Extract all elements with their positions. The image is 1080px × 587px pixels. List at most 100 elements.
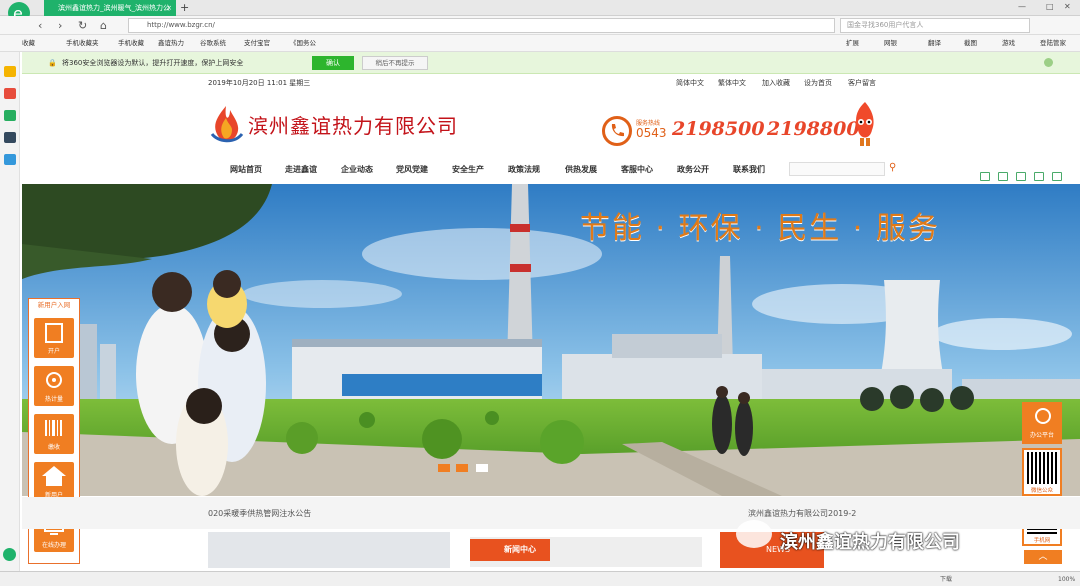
forward-button[interactable]: › bbox=[58, 16, 62, 35]
payment-button[interactable]: 缴收 bbox=[34, 414, 74, 454]
wechat-watermark: 滨州鑫谊热力有限公司 bbox=[780, 532, 960, 553]
tool-icon[interactable] bbox=[1016, 172, 1026, 181]
gear-icon bbox=[46, 372, 62, 388]
link-traditional[interactable]: 繁体中文 bbox=[718, 78, 746, 88]
qr-code-icon bbox=[1027, 452, 1057, 484]
office-platform-button[interactable]: 办公平台 bbox=[1022, 402, 1062, 444]
lock-icon: 🔒 bbox=[48, 59, 57, 67]
address-bar[interactable]: http://www.bzgr.cn/ bbox=[128, 18, 835, 33]
fav-item[interactable]: 支付宝官 bbox=[244, 35, 270, 52]
default-browser-notice: 🔒 将360安全浏览器设为默认，提升打开速度，保护上网安全 确认 稍后不再提示 bbox=[22, 52, 1080, 74]
fav-item[interactable]: 鑫谊热力 bbox=[158, 35, 184, 52]
site-search-input[interactable] bbox=[789, 162, 885, 176]
online-service-label: 在线办理 bbox=[41, 542, 66, 549]
tool-icon[interactable] bbox=[980, 172, 990, 181]
heat-metering-button[interactable]: 热计量 bbox=[34, 366, 74, 406]
toolbar-bank[interactable]: 网银 bbox=[884, 35, 897, 52]
link-simplified[interactable]: 简体中文 bbox=[676, 78, 704, 88]
payment-label: 缴收 bbox=[47, 444, 60, 451]
zoom-level[interactable]: 100% bbox=[1058, 572, 1075, 587]
menu-item[interactable]: 客服中心 bbox=[621, 164, 653, 175]
menu-item[interactable]: 联系我们 bbox=[733, 164, 765, 175]
link-favorite[interactable]: 加入收藏 bbox=[762, 78, 790, 88]
assistant-icon[interactable] bbox=[3, 548, 16, 561]
back-button[interactable]: ‹ bbox=[38, 16, 42, 35]
house-icon bbox=[42, 466, 66, 486]
favorites-bar: 收藏 手机收藏夹 手机收藏 鑫谊热力 谷歌系统 支付宝官 《国务公 扩展 网银 … bbox=[0, 35, 1080, 52]
link-message[interactable]: 客户留言 bbox=[848, 78, 876, 88]
mobile-label: 手机网 bbox=[1033, 538, 1051, 544]
weibo-icon[interactable] bbox=[4, 88, 16, 99]
maximize-icon[interactable]: □ bbox=[1046, 2, 1054, 11]
tab-title: 滨州鑫谊热力_滨州暖气_滨州热力公 bbox=[58, 4, 170, 12]
minimize-icon[interactable]: — bbox=[1018, 2, 1026, 11]
search-input[interactable]: 国金寻找360用户代言人 bbox=[840, 18, 1030, 33]
doc-icon[interactable] bbox=[4, 154, 16, 165]
menu-item[interactable]: 企业动态 bbox=[341, 164, 373, 175]
back-to-top-icon[interactable]: ︿ bbox=[1024, 550, 1062, 564]
wechat-logo-icon bbox=[736, 520, 772, 548]
toolbar-extensions[interactable]: 扩展 bbox=[846, 35, 859, 52]
tool-icon[interactable] bbox=[1034, 172, 1044, 181]
fav-item[interactable]: 谷歌系统 bbox=[200, 35, 226, 52]
tool-icon[interactable] bbox=[1052, 172, 1062, 181]
fav-item[interactable]: 收藏 bbox=[22, 35, 35, 52]
hotline-number-2: 2198800 bbox=[767, 118, 860, 140]
browser-statusbar: 下载 100% bbox=[0, 571, 1080, 586]
main-menu bbox=[22, 158, 1080, 183]
mail-icon[interactable] bbox=[4, 110, 16, 121]
browser-navbar: ‹ › ↻ ⌂ http://www.bzgr.cn/ 国金寻找360用户代言人… bbox=[0, 16, 1080, 46]
fav-item[interactable]: 《国务公 bbox=[290, 35, 316, 52]
home-button[interactable]: ⌂ bbox=[100, 16, 107, 35]
announcement-right[interactable]: 滨州鑫谊热力有限公司2019-2 bbox=[748, 508, 856, 519]
new-user-button[interactable]: 新用户 bbox=[34, 462, 74, 502]
office-platform-label: 办公平台 bbox=[1029, 432, 1054, 439]
star-icon[interactable] bbox=[4, 66, 16, 77]
info-icon bbox=[1035, 408, 1051, 424]
close-window-icon[interactable]: ✕ bbox=[1064, 2, 1071, 11]
menu-item[interactable]: 走进鑫谊 bbox=[285, 164, 317, 175]
menu-item[interactable]: 党风党建 bbox=[396, 164, 428, 175]
tab-close-icon[interactable]: × bbox=[166, 0, 172, 16]
menu-item[interactable]: 网站首页 bbox=[230, 164, 262, 175]
hotline-number-1: 2198500 bbox=[672, 118, 765, 140]
wechat-qr[interactable]: 微信公众 bbox=[1022, 448, 1062, 496]
menu-item[interactable]: 供热发展 bbox=[565, 164, 597, 175]
open-account-label: 开户 bbox=[47, 348, 60, 355]
left-sidebar bbox=[0, 52, 20, 572]
wechat-label: 微信公众 bbox=[1030, 488, 1053, 494]
notice-close-icon[interactable] bbox=[1044, 58, 1053, 67]
open-account-button[interactable]: 开户 bbox=[34, 318, 74, 358]
mascot-icon bbox=[850, 100, 880, 148]
toolbar-games[interactable]: 游戏 bbox=[1002, 35, 1015, 52]
link-homepage[interactable]: 设为首页 bbox=[804, 78, 832, 88]
download-label[interactable]: 下载 bbox=[940, 572, 952, 587]
fav-item[interactable]: 手机收藏 bbox=[118, 35, 144, 52]
toolbar-translate[interactable]: 翻译 bbox=[928, 35, 941, 52]
notice-confirm-button[interactable]: 确认 bbox=[312, 56, 354, 70]
site-date: 2019年10月20日 11:01 星期三 bbox=[208, 79, 311, 87]
heat-metering-label: 热计量 bbox=[44, 396, 63, 403]
news-center-heading[interactable]: 新闻中心 bbox=[470, 539, 550, 561]
fav-item[interactable]: 手机收藏夹 bbox=[66, 35, 99, 52]
news-thumbnail bbox=[208, 532, 450, 568]
toolbar-login[interactable]: 登陆管家 bbox=[1040, 35, 1066, 52]
announcement-left[interactable]: 020采暖季供热管网注水公告 bbox=[208, 508, 311, 519]
company-name: 滨州鑫谊热力有限公司 bbox=[248, 114, 458, 138]
toolbar-screenshot[interactable]: 截图 bbox=[964, 35, 977, 52]
reload-button[interactable]: ↻ bbox=[78, 16, 87, 35]
hotline-area-code: 0543 bbox=[636, 126, 667, 140]
banner-slogan: 节能 · 环保 · 民生 · 服务 bbox=[580, 211, 940, 246]
menu-item[interactable]: 安全生产 bbox=[452, 164, 484, 175]
notice-dismiss-button[interactable]: 稍后不再提示 bbox=[362, 56, 428, 70]
tab-active[interactable]: 滨州鑫谊热力_滨州暖气_滨州热力公 × bbox=[44, 0, 176, 16]
browser-titlebar: e 滨州鑫谊热力_滨州暖气_滨州热力公 × + — □ ✕ bbox=[0, 0, 1080, 24]
tool-icon[interactable] bbox=[998, 172, 1008, 181]
menu-item[interactable]: 政策法规 bbox=[508, 164, 540, 175]
app-icon[interactable] bbox=[4, 132, 16, 143]
menu-item[interactable]: 政务公开 bbox=[677, 164, 709, 175]
new-tab-button[interactable]: + bbox=[180, 0, 189, 16]
barcode-icon bbox=[45, 420, 62, 436]
phone-icon bbox=[602, 116, 632, 146]
site-search-icon[interactable]: ⚲ bbox=[889, 162, 896, 173]
